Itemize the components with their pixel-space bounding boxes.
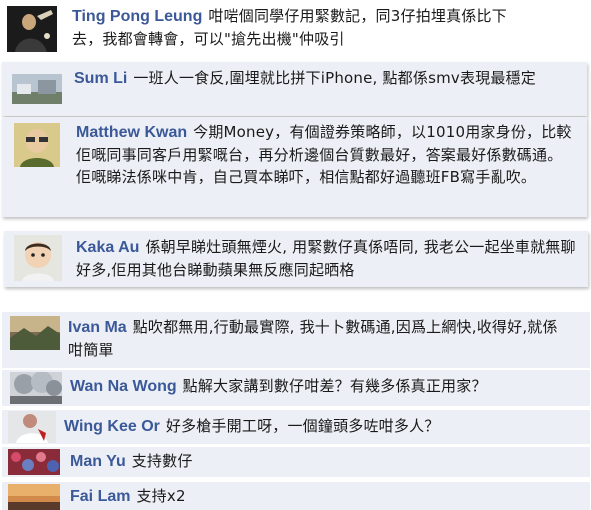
comment-text: Ivan Ma 點吹都無用,行動最實際, 我十卜數碼通,因爲上網快,收得好,就係咁… bbox=[68, 316, 568, 361]
comment-message: 支持x2 bbox=[136, 487, 186, 505]
comment-text: Ting Pong Leung 咁啱個同學仔用緊數記，同3仔拍埋真係比下去，我都會… bbox=[72, 5, 512, 50]
comment-card: Man Yu 支持數仔 bbox=[2, 447, 590, 477]
person-icon[interactable] bbox=[14, 123, 60, 167]
comment-card: Matthew Kwan 今期Money，有個證券策略師，以1010用家身份，比較… bbox=[2, 117, 587, 217]
comment-card: Kaka Au 係朝早睇灶頭無煙火, 用緊數仔真係唔同, 我老公一起坐車就無聊好多… bbox=[4, 231, 588, 287]
commenter-name-link[interactable]: Sum Li bbox=[74, 70, 127, 87]
comment-card: Wing Kee Or 好多槍手開工呀，一個鐘頭多咗咁多人？ bbox=[2, 410, 590, 444]
commenter-name-link[interactable]: Wan Na Wong bbox=[70, 378, 177, 395]
commenter-name-link[interactable]: Fai Lam bbox=[70, 488, 130, 505]
commenter-name-link[interactable]: Wing Kee Or bbox=[64, 418, 160, 435]
commenter-name-link[interactable]: Kaka Au bbox=[76, 239, 139, 256]
comment-message: 好多槍手開工呀，一個鐘頭多咗咁多人？ bbox=[165, 417, 440, 435]
commenter-name-link[interactable]: Matthew Kwan bbox=[76, 124, 187, 141]
person-white-icon[interactable] bbox=[8, 411, 56, 443]
comment-text: Matthew Kwan 今期Money，有個證券策略師，以1010用家身份，比較… bbox=[76, 121, 576, 188]
comment-text: Man Yu 支持數仔 bbox=[70, 450, 580, 473]
comment-text: Wan Na Wong 點解大家講到數仔咁差？有幾多係真正用家？ bbox=[70, 375, 580, 398]
comment-text: Wing Kee Or 好多槍手開工呀，一個鐘頭多咗咁多人？ bbox=[64, 415, 574, 438]
comment-message: 點解大家講到數仔咁差？有幾多係真正用家？ bbox=[182, 377, 487, 395]
flowers-icon[interactable] bbox=[8, 449, 60, 475]
commenter-name-link[interactable]: Ivan Ma bbox=[68, 319, 127, 336]
comment-card: Fai Lam 支持x2 bbox=[2, 482, 590, 510]
commenter-name-link[interactable]: Ting Pong Leung bbox=[72, 8, 202, 25]
commenter-name-link[interactable]: Man Yu bbox=[70, 453, 126, 470]
comment-message: 一班人一食反,圍埋就比拼下iPhone, 點都係smv表現最穩定 bbox=[133, 69, 536, 87]
person-dark-icon[interactable] bbox=[7, 6, 57, 52]
comment-card: Ivan Ma 點吹都無用,行動最實際, 我十卜數碼通,因爲上網快,收得好,就係咁… bbox=[2, 312, 590, 368]
comment-card: Wan Na Wong 點解大家講到數仔咁差？有幾多係真正用家？ bbox=[2, 370, 590, 406]
baby-icon[interactable] bbox=[14, 235, 62, 281]
comment-message: 支持數仔 bbox=[131, 452, 193, 470]
comment-message: 點吹都無用,行動最實際, 我十卜數碼通,因爲上網快,收得好,就係咁簡單 bbox=[68, 318, 558, 359]
comment-text: Fai Lam 支持x2 bbox=[70, 485, 580, 508]
sunset-icon[interactable] bbox=[8, 484, 60, 510]
tree-icon[interactable] bbox=[10, 372, 62, 404]
landscape-icon[interactable] bbox=[12, 74, 62, 104]
scenery-icon[interactable] bbox=[10, 316, 60, 350]
comment-text: Sum Li 一班人一食反,圍埋就比拼下iPhone, 點都係smv表現最穩定 bbox=[74, 67, 574, 90]
comment-card: Sum Li 一班人一食反,圍埋就比拼下iPhone, 點都係smv表現最穩定 bbox=[2, 62, 587, 116]
comment-card: Ting Pong Leung 咁啱個同學仔用緊數記，同3仔拍埋真係比下去，我都會… bbox=[0, 0, 591, 58]
comment-message: 係朝早睇灶頭無煙火, 用緊數仔真係唔同, 我老公一起坐車就無聊好多,佢用其他台睇… bbox=[76, 238, 576, 279]
comment-text: Kaka Au 係朝早睇灶頭無煙火, 用緊數仔真係唔同, 我老公一起坐車就無聊好多… bbox=[76, 236, 576, 281]
